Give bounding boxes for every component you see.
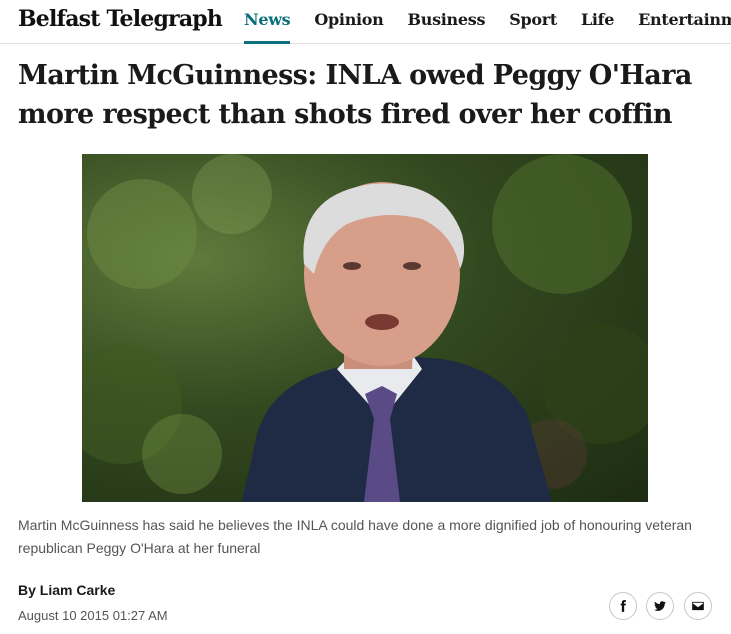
share-email-button[interactable]: [684, 592, 712, 620]
facebook-icon: [620, 600, 626, 612]
twitter-icon: [654, 601, 666, 611]
share-twitter-button[interactable]: [646, 592, 674, 620]
nav-item-sport[interactable]: Sport: [497, 0, 569, 44]
main-nav: News Opinion Business Sport Life Enterta…: [232, 0, 731, 44]
share-facebook-button[interactable]: [609, 592, 637, 620]
nav-item-opinion[interactable]: Opinion: [302, 0, 395, 44]
article-headline: Martin McGuinness: INLA owed Peggy O'Har…: [18, 60, 692, 130]
site-header: Belfast Telegraph News Opinion Business …: [0, 0, 731, 44]
author-byline[interactable]: By Liam Carke: [18, 582, 115, 598]
article-photo[interactable]: [82, 154, 648, 502]
nav-item-entertainment[interactable]: Entertainment: [626, 0, 731, 44]
nav-item-business[interactable]: Business: [396, 0, 498, 44]
email-icon: [692, 601, 704, 611]
nav-item-life[interactable]: Life: [569, 0, 626, 44]
site-logo[interactable]: Belfast Telegraph: [18, 6, 223, 32]
publish-date: August 10 2015 01:27 AM: [18, 608, 168, 623]
photo-caption: Martin McGuinness has said he believes t…: [18, 517, 692, 556]
portrait-illustration: [82, 154, 648, 502]
nav-item-news[interactable]: News: [232, 0, 302, 44]
